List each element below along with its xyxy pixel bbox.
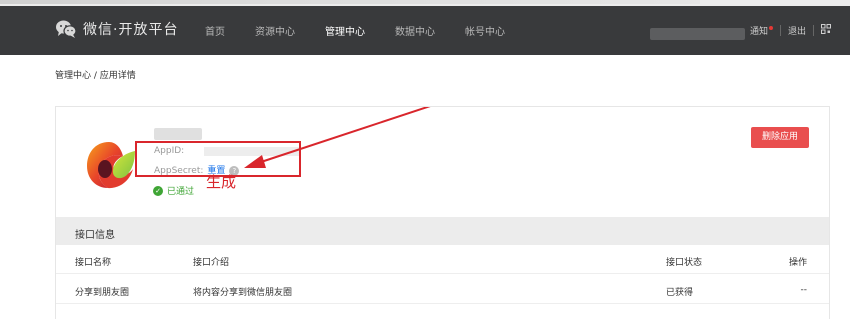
col-header-action: 操作 — [788, 258, 807, 268]
username-blurred[interactable] — [650, 28, 745, 40]
annotation-label: 生成 — [206, 173, 237, 191]
divider — [813, 25, 815, 36]
wechat-icon — [55, 19, 77, 39]
notice-dot-icon — [769, 26, 774, 30]
wechat-logo[interactable]: 微信·开放平台 — [55, 19, 178, 39]
url-blur — [0, 0, 700, 4]
nav-item-resources[interactable]: 资源中心 — [255, 23, 295, 38]
breadcrumb: 管理中心 / 应用详情 — [55, 71, 136, 81]
notice-link[interactable]: 通知 — [750, 24, 774, 37]
row-interface-name: 分享到朋友圈 — [75, 288, 130, 298]
row-interface-status: 已获得 — [666, 288, 694, 298]
col-header-name: 接口名称 — [75, 258, 112, 268]
nav-right-actions: 通知 退出 — [750, 6, 832, 55]
table-row: 分享到朋友圈 将内容分享到微信朋友圈 已获得 -- — [56, 275, 829, 304]
qr-code-icon[interactable] — [821, 24, 832, 37]
nav-item-account[interactable]: 帐号中心 — [465, 23, 505, 38]
platform-title: 微信·开放平台 — [83, 22, 179, 38]
col-header-status: 接口状态 — [666, 258, 703, 268]
nav-item-management[interactable]: 管理中心 — [325, 23, 365, 38]
main-nav: 首页 资源中心 管理中心 数据中心 帐号中心 — [205, 6, 535, 55]
row-interface-action[interactable]: -- — [801, 285, 808, 295]
col-header-intro: 接口介绍 — [193, 258, 230, 268]
interface-section-header: 接口信息 — [56, 217, 829, 245]
nav-item-data[interactable]: 数据中心 — [395, 23, 435, 38]
section-title: 接口信息 — [75, 230, 115, 241]
table-header-row: 接口名称 接口介绍 接口状态 操作 — [56, 245, 829, 274]
app-detail-card: AppID: AppSecret: 重置? ✓ 已通过 删除应用 生成 接口信息 … — [55, 106, 830, 319]
top-navbar: 微信·开放平台 首页 资源中心 管理中心 数据中心 帐号中心 通知 退出 — [0, 6, 850, 55]
nav-item-home[interactable]: 首页 — [205, 23, 225, 38]
row-interface-intro: 将内容分享到微信朋友圈 — [193, 288, 293, 298]
annotation-arrow-icon — [244, 107, 431, 168]
divider — [780, 25, 782, 36]
logout-link[interactable]: 退出 — [788, 24, 806, 37]
notice-label: 通知 — [750, 27, 769, 37]
